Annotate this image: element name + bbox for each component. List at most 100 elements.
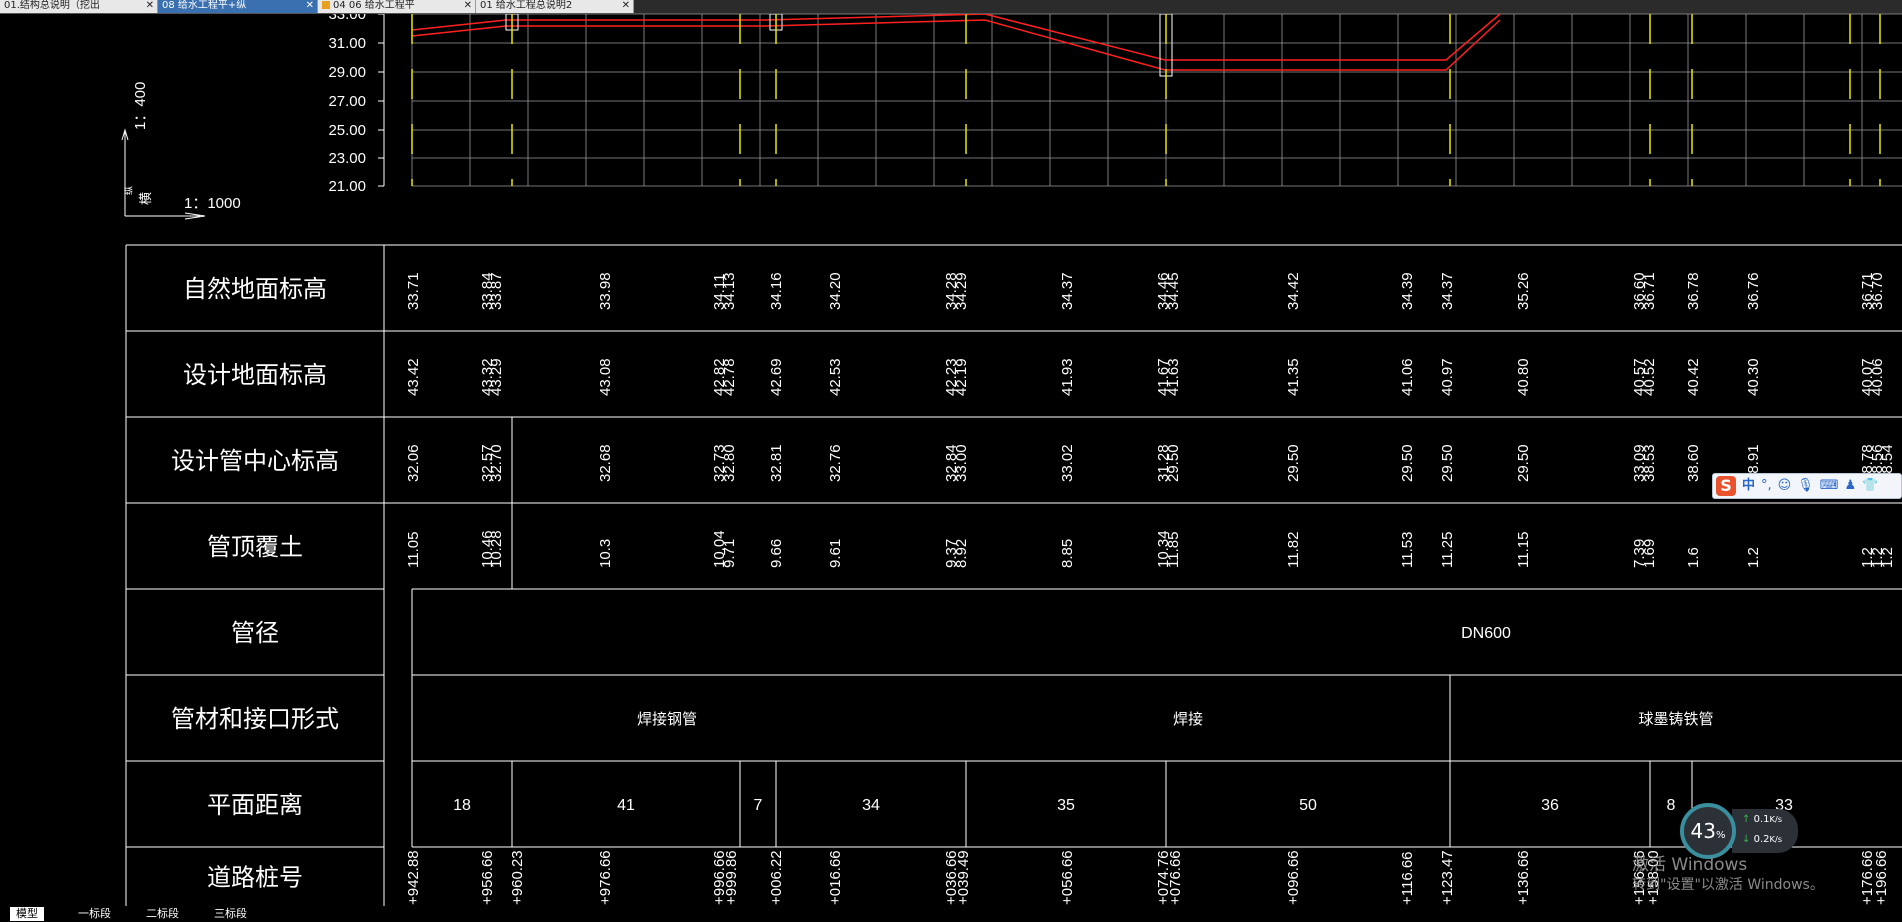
lock-icon (322, 1, 330, 9)
distance-cell: 35 (1057, 797, 1075, 814)
usage-percent: 43 (1690, 819, 1716, 843)
station-cell: +999.86 (723, 850, 740, 905)
row-label: 管顶覆土 (207, 533, 303, 561)
network-monitor-widget[interactable]: ↑ 0.1K/s ↓ 0.2K/s 43% (1680, 803, 1800, 863)
table-cell-value: 40.97 (1439, 358, 1456, 396)
table-cell-value: 34.20 (827, 272, 844, 310)
table-cell-value: 32.76 (827, 444, 844, 482)
table-cell-value: 1.6 (1685, 547, 1702, 568)
y-tick-label: 25.00 (328, 122, 366, 139)
table-cell-value: 29.50 (1285, 444, 1302, 482)
row-label: 管径 (231, 619, 279, 647)
table-cell-value: 11.05 (405, 532, 422, 568)
doc-tab-label: 08 给水工程平+纵 (162, 0, 247, 11)
upload-rate: 0.1 (1753, 814, 1770, 825)
doc-tab-water-plan[interactable]: 04 06 给水工程平 ✕ (318, 0, 476, 13)
table-cell-value: 40.42 (1685, 358, 1702, 396)
table-cell-value: 9.71 (721, 539, 738, 568)
doc-tab-label: 04 06 给水工程平 (333, 0, 415, 11)
ime-toolbar[interactable]: S 中 °, ☺ 🎙 ⌨ ♟ 👕 (1712, 473, 1902, 499)
ime-mode[interactable]: 中 (1742, 476, 1755, 496)
table-cell-value: 33.87 (488, 272, 505, 310)
table-cell-value: 1.69 (1641, 539, 1658, 568)
profile-y-axis: 33.00 31.00 29.00 27.00 25.00 23.00 21.00 (328, 14, 385, 195)
download-icon: ↓ (1742, 834, 1751, 845)
table-cell-value: 40.06 (1869, 358, 1886, 396)
punctuation-icon[interactable]: °, (1761, 476, 1772, 496)
layout-tab-bar: 模型 一标段 二标段 三标段 (0, 906, 1902, 922)
profile-station-markers (411, 14, 1881, 186)
table-cell-value: 38.60 (1685, 444, 1702, 482)
row-label: 管材和接口形式 (171, 705, 339, 733)
table-cell-value: 41.06 (1399, 358, 1416, 396)
table-cell-value: 34.42 (1285, 272, 1302, 310)
doc-tab-water-notes[interactable]: 01 给水工程总说明2 ✕ (476, 0, 634, 13)
station-cell: +942.88 (405, 850, 422, 905)
table-cell-value: 11.53 (1399, 532, 1416, 568)
doc-tab-label: 01.结构总说明（挖出 (4, 0, 100, 11)
table-cell-value: 33.98 (597, 272, 614, 310)
y-tick-label: 21.00 (328, 178, 366, 195)
station-cell: +123.47 (1439, 850, 1456, 905)
table-cell-value: 43.29 (488, 358, 505, 396)
close-icon[interactable]: ✕ (464, 0, 472, 12)
row-label: 自然地面标高 (183, 275, 327, 303)
row-label: 设计地面标高 (183, 361, 327, 389)
upload-icon: ↑ (1742, 814, 1751, 825)
activate-windows-watermark: 激活 Windows 转到"设置"以激活 Windows。 (1632, 855, 1824, 895)
doc-tab-label: 01 给水工程总说明2 (480, 0, 573, 11)
distance-cell: 34 (862, 797, 880, 814)
station-cell: +196.66 (1873, 850, 1890, 905)
y-tick-label: 23.00 (328, 150, 366, 167)
table-cell-value: 29.50 (1165, 444, 1182, 482)
table-cell-value: 11.82 (1285, 532, 1302, 568)
user-icon[interactable]: ♟ (1845, 476, 1857, 496)
table-cell-value: 32.80 (721, 444, 738, 482)
table-cell-value: 36.71 (1641, 272, 1658, 310)
longitudinal-data-table (125, 244, 1902, 906)
table-cell-value: 34.13 (721, 272, 738, 310)
close-icon[interactable]: ✕ (146, 0, 154, 12)
doc-tab-water-plan-profile[interactable]: 08 给水工程平+纵 ✕ (158, 0, 318, 13)
station-cell: +960.23 (509, 850, 526, 905)
table-cell-value: 40.30 (1745, 358, 1762, 396)
station-cell: +976.66 (597, 850, 614, 905)
table-cell-value: 36.76 (1745, 272, 1762, 310)
station-cell: +039.49 (955, 850, 972, 905)
layout-tab-section-2[interactable]: 二标段 (140, 907, 185, 921)
cpu-usage-ring: 43% (1680, 803, 1736, 859)
cad-drawing-canvas[interactable]: 33.00 31.00 29.00 27.00 25.00 23.00 21.00 1：40… (0, 14, 1902, 906)
close-icon[interactable]: ✕ (306, 0, 314, 12)
distance-cell: 41 (617, 797, 635, 814)
sogou-logo-icon[interactable]: S (1716, 476, 1736, 496)
table-cell-value: 33.71 (405, 272, 422, 310)
keyboard-icon[interactable]: ⌨ (1820, 476, 1839, 496)
table-cell-value: 40.80 (1515, 358, 1532, 396)
layout-tab-model[interactable]: 模型 (10, 907, 44, 921)
table-cell-value: 29.50 (1515, 444, 1532, 482)
table-cell-value: 1.2 (1745, 547, 1762, 568)
table-cell-value: 34.29 (953, 272, 970, 310)
y-tick-label: 29.00 (328, 64, 366, 81)
table-cell-value: 32.70 (488, 444, 505, 482)
scale-vertical-label: 纵 (124, 186, 135, 195)
table-cell-value: 41.35 (1285, 358, 1302, 396)
layout-tab-section-3[interactable]: 三标段 (208, 907, 253, 921)
skin-icon[interactable]: 👕 (1862, 476, 1878, 496)
table-cell-value: 11.85 (1165, 532, 1182, 568)
row-label: 设计管中心标高 (171, 447, 339, 475)
table-cell-value: 33.00 (953, 444, 970, 482)
close-icon[interactable]: ✕ (622, 0, 630, 12)
table-cell-value: 34.45 (1165, 272, 1182, 310)
table-cell-value: 42.78 (721, 358, 738, 396)
distance-cell: 7 (754, 797, 763, 814)
table-cell-value: 38.53 (1641, 444, 1658, 482)
doc-tab-structure-notes[interactable]: 01.结构总说明（挖出 ✕ (0, 0, 158, 13)
emoji-icon[interactable]: ☺ (1778, 476, 1792, 496)
layout-tab-section-1[interactable]: 一标段 (72, 907, 117, 921)
row-label: 道路桩号 (207, 864, 303, 892)
table-cell-value: 32.06 (405, 444, 422, 482)
microphone-icon[interactable]: 🎙 (1797, 476, 1814, 496)
station-cell: +956.66 (479, 850, 496, 905)
table-cell-value: 33.02 (1059, 444, 1076, 482)
